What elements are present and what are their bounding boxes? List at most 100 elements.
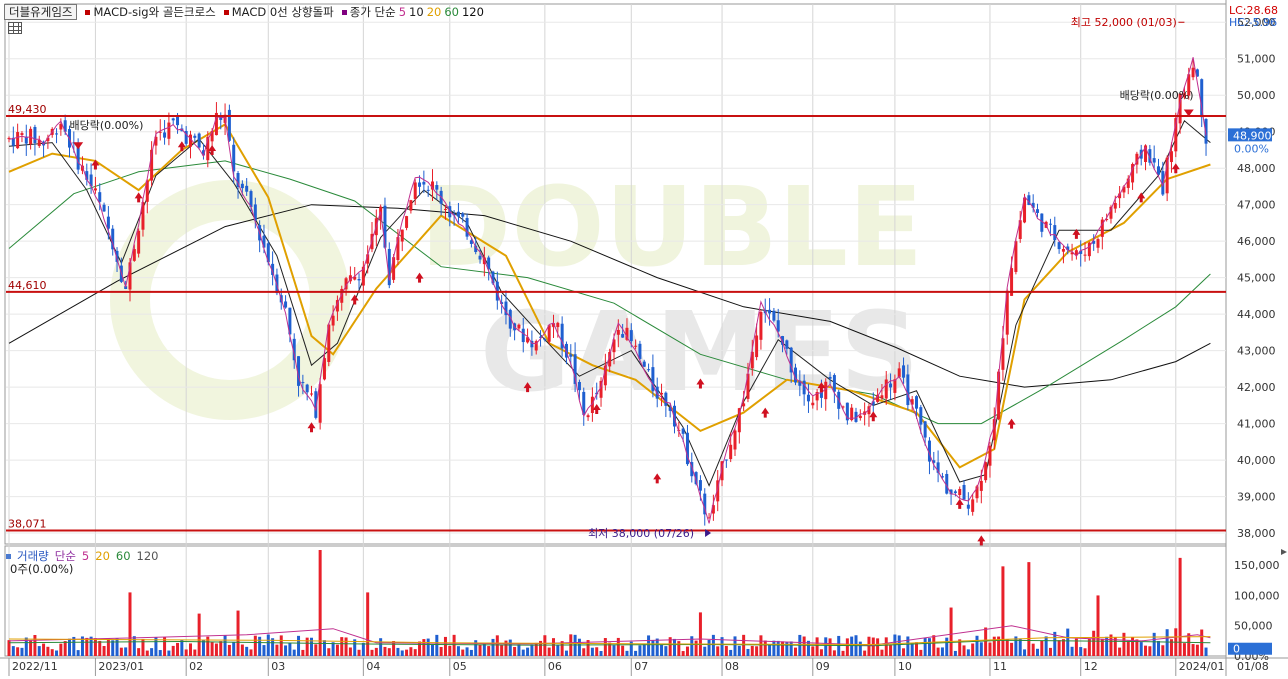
candle-body	[98, 192, 102, 202]
price-tick-label: 41,000	[1237, 418, 1276, 431]
volume-bar	[111, 640, 115, 656]
volume-bar	[42, 643, 46, 656]
volume-bar	[919, 649, 923, 656]
candle-body	[729, 444, 733, 460]
volume-bar	[431, 644, 434, 656]
candle-body	[1152, 158, 1156, 163]
stock-title[interactable]: 더블유게임즈	[4, 4, 78, 20]
volume-bar	[288, 642, 292, 656]
volume-bar	[379, 638, 383, 656]
volume-bar	[214, 643, 218, 656]
volume-bar	[552, 638, 555, 656]
x-tick-label: 10	[898, 660, 912, 673]
volume-bar	[880, 649, 884, 656]
candle-body	[984, 462, 988, 481]
x-tick-label: 07	[634, 660, 648, 673]
x-tick-label: 02	[189, 660, 203, 673]
volume-bar	[737, 645, 741, 656]
volume-bar	[85, 637, 89, 656]
price-tick-label: 47,000	[1237, 199, 1276, 212]
volume-bar	[409, 647, 413, 656]
candle-body	[638, 343, 642, 359]
candle-body	[629, 330, 633, 342]
corner-readout: LC:28.68 HC:-5.96	[1229, 5, 1278, 29]
candle-body	[664, 392, 668, 406]
candle-body	[409, 200, 413, 211]
candle-body	[1191, 67, 1195, 78]
price-tick-label: 45,000	[1237, 272, 1276, 285]
candle-body	[167, 122, 171, 139]
candle-body	[923, 421, 927, 438]
volume-bar	[201, 640, 205, 656]
grid-icon[interactable]	[8, 22, 22, 34]
x-tick-label: 11	[993, 660, 1007, 673]
candle-body	[418, 182, 422, 187]
candle-body	[733, 430, 737, 450]
candle-body	[171, 118, 175, 121]
stock-chart[interactable]: DOUBLEGAMES52,00051,00050,00049,00048,00…	[0, 0, 1288, 676]
volume-bar	[219, 641, 223, 656]
volume-bar	[1036, 648, 1039, 656]
volume-bar	[396, 647, 400, 656]
indicator-macd-zero[interactable]: MACD 0선 상향돌파	[223, 4, 334, 20]
volume-bar	[746, 648, 750, 656]
volume-bar	[1031, 643, 1035, 656]
candle-body	[642, 361, 646, 367]
volume-bar	[1079, 647, 1083, 656]
candle-body	[310, 393, 313, 395]
candle-body	[962, 484, 966, 500]
volume-bar	[115, 638, 119, 656]
volume-bar	[1057, 640, 1061, 656]
volume-bar	[426, 638, 430, 656]
volume-bar	[590, 647, 594, 656]
watermark-text-2: GAMES	[480, 288, 919, 416]
vol-ma-20: 20	[95, 549, 110, 563]
volume-bar	[137, 648, 141, 656]
ma-legend[interactable]: 종가 단순 5 10 20 60 120	[341, 4, 484, 20]
candle-body	[461, 213, 465, 217]
volume-bar	[945, 637, 949, 656]
volume-bar	[301, 649, 305, 656]
dividend-left-label: 배당락(0.00%)	[70, 119, 144, 132]
price-tick-label: 46,000	[1237, 235, 1276, 248]
indicator-macd-sig[interactable]: MACD-sig와 골든크로스	[85, 4, 216, 20]
candle-body	[953, 491, 957, 494]
volume-bar	[184, 649, 188, 656]
volume-bar	[1131, 637, 1135, 656]
volume-bar	[279, 635, 283, 656]
volume-bar	[884, 637, 888, 656]
volume-bar	[418, 641, 422, 656]
volume-bar	[940, 647, 944, 656]
volume-bar	[1092, 630, 1096, 656]
volume-bar	[119, 647, 123, 656]
chart-canvas[interactable]: DOUBLEGAMES52,00051,00050,00049,00048,00…	[0, 0, 1288, 676]
volume-bar	[1027, 562, 1031, 656]
volume-bar	[819, 649, 823, 656]
volume-bar	[128, 592, 132, 656]
volume-bar	[556, 645, 560, 656]
volume-tick-label: 50,000	[1234, 620, 1273, 633]
candle-body	[426, 189, 430, 191]
volume-bar	[1126, 640, 1130, 656]
volume-bar	[1157, 640, 1160, 656]
volume-bar	[370, 649, 374, 656]
volume-bar	[638, 645, 642, 656]
volume-bar	[1048, 647, 1052, 656]
candle-body	[227, 109, 231, 141]
candle-body	[478, 255, 482, 260]
candle-body	[889, 383, 893, 388]
candle-body	[556, 322, 560, 328]
volume-bar	[936, 647, 940, 656]
candle-body	[971, 499, 975, 512]
volume-bar	[314, 644, 318, 656]
volume-bar	[374, 647, 378, 656]
candle-body	[55, 133, 59, 135]
volume-bar	[469, 649, 473, 656]
volume-bar	[660, 644, 664, 656]
vol-ma-5: 5	[81, 549, 90, 563]
candle-body	[979, 480, 983, 491]
candle-body	[660, 392, 664, 395]
volume-bar	[703, 646, 707, 656]
candle-body	[776, 320, 780, 332]
volume-bar	[521, 649, 525, 656]
